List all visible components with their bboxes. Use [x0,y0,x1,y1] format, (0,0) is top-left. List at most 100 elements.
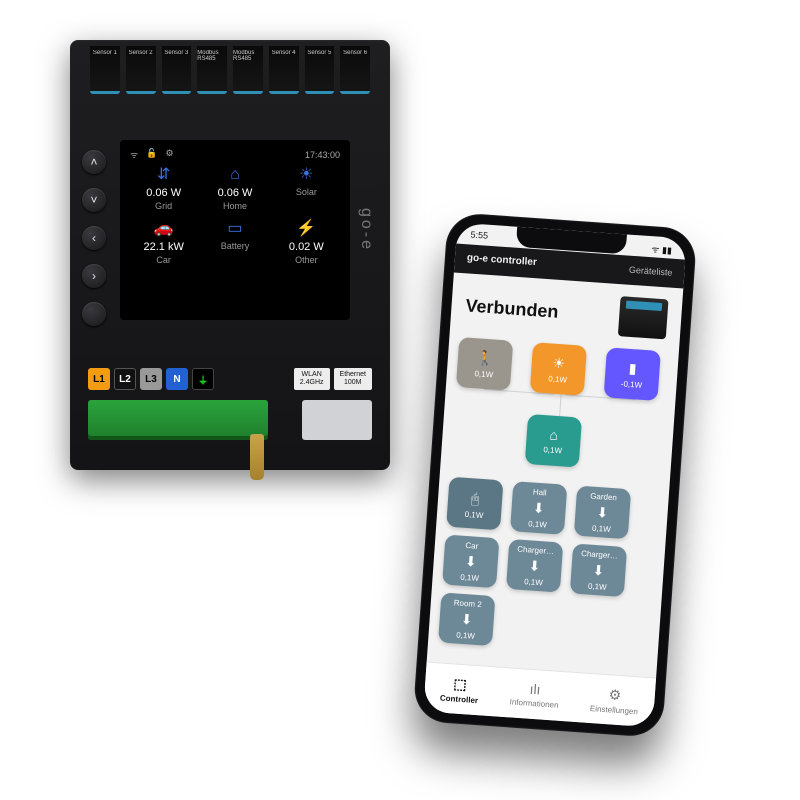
grid-icon: ⇵ [128,167,199,183]
battery-icon: ▮ [628,359,637,376]
room-label: Garden [590,491,617,502]
ethernet-port [302,400,372,440]
node-value: 0,1W [474,369,493,379]
lock-icon: 🔓 [146,148,157,161]
metric-value: 22.1 kW [128,241,199,253]
download-icon: ⬇ [532,499,545,517]
energy-canvas: 🚶0,1W ☀0,1W ▮-0,1W ⌂0,1W 🖰0,1W Hall⬇0,1W… [427,336,679,677]
walk-icon: 🚶 [476,349,495,367]
phase-n: N [166,368,188,390]
metric-label: Grid [128,201,199,211]
device-thumbnail[interactable] [618,296,669,339]
app-title: go-e controller [467,252,538,268]
room-tile[interactable]: Charger…⬇0,1W [570,543,627,597]
node-value: 0,1W [548,374,567,384]
metric-other-cell: ⚡ 0.02 W Other [271,221,342,273]
metric-label: Battery [199,241,270,251]
sun-icon: ☀ [271,167,342,183]
metric-label: Car [128,255,199,265]
terminal: Sensor 6 [340,46,370,94]
terminal: Sensor 2 [126,46,156,94]
phase-row: L1 L2 L3 N ⏚ WLAN 2.4GHz Ethernet 100M [88,366,372,392]
download-icon: ⬇ [528,557,541,575]
terminal: Sensor 3 [162,46,192,94]
node-battery[interactable]: ▮ -0,1W [604,347,661,401]
antenna [250,434,264,480]
metric-value: 0.02 W [271,241,342,253]
room-value: 0,1W [528,519,547,529]
room-label: Charger… [517,544,554,556]
terminal-row: Sensor 1 Sensor 2 Sensor 3 Modbus RS485 … [90,46,370,94]
room-tile[interactable]: 🖰0,1W [446,477,503,531]
tab-label: Einstellungen [590,704,639,716]
controller-icon: ⬚ [453,675,467,693]
phone-mockup: 5:55 ᯤ ▮▮ go-e controller Geräteliste Ve… [413,212,698,738]
metric-label: Home [199,201,270,211]
sun-icon: ☀ [552,354,566,372]
metric-value: 0.06 W [128,187,199,199]
node-home[interactable]: ⌂0,1W [525,414,582,468]
home-icon: ⌂ [199,167,270,183]
gear-icon: ⚙ [165,148,173,161]
metric-car-cell: 🚗 22.1 kW Car [128,221,199,273]
car-icon: 🚗 [128,221,199,237]
phase-l3: L3 [140,368,162,390]
room-tile[interactable]: Garden ⬇0,1W [574,486,631,540]
phone-screen: 5:55 ᯤ ▮▮ go-e controller Geräteliste Ve… [423,223,687,728]
clock: 17:43:00 [305,150,340,160]
nav-ok-button[interactable]: • [82,302,106,326]
terminal: Modbus RS485 [197,46,227,94]
download-icon: ⬇ [596,504,609,522]
mouse-icon: 🖰 [470,490,480,508]
terminal: Sensor 1 [90,46,120,94]
room-label: Hall [533,487,547,497]
node-grid[interactable]: 🚶 0,1W [456,337,513,391]
room-value: 0,1W [592,523,611,533]
room-value: 0,1W [460,572,479,582]
device-screen: ᯤ 🔓 ⚙ 17:43:00 ⇵0.06 WGrid ⌂0.06 WHome ☀… [120,140,350,320]
nav-right-button[interactable]: › [82,264,106,288]
gear-icon: ⚙ [608,686,622,704]
nav-up-button[interactable]: ˄ [82,150,106,174]
connection-status: Verbunden [465,295,559,322]
room-tile[interactable]: Charger…⬇0,1W [506,539,563,593]
bolt-icon: ⚡ [271,221,342,237]
nav-left-button[interactable]: ‹ [82,226,106,250]
controller-device: Sensor 1 Sensor 2 Sensor 3 Modbus RS485 … [70,40,390,470]
metric-value: 0.06 W [199,187,270,199]
home-icon: ⌂ [549,427,559,444]
tab-label: Controller [440,693,479,705]
nav-down-button[interactable]: ˅ [82,188,106,212]
tab-informationen[interactable]: ılıInformationen [509,679,560,709]
terminal: Sensor 4 [269,46,299,94]
status-icons: ᯤ 🔓 ⚙ [130,148,174,161]
terminal: Modbus RS485 [233,46,263,94]
wifi-icon: ᯤ [130,148,138,161]
tab-label: Informationen [509,697,558,709]
screen-statusbar: ᯤ 🔓 ⚙ 17:43:00 [128,148,342,161]
room-label: Car [465,540,478,550]
room-label: Charger… [581,549,618,561]
status-time: 5:55 [470,230,488,244]
metric-label: Solar [271,187,342,197]
node-solar[interactable]: ☀ 0,1W [530,342,587,396]
download-icon: ⬇ [464,552,477,570]
node-value: -0,1W [621,379,643,389]
metric-grid-cell: ⇵ 0.06 W Grid [128,167,199,219]
metric-label: Other [271,255,342,265]
tab-controller[interactable]: ⬚Controller [440,674,480,705]
room-tile[interactable]: Hall ⬇ 0,1W [510,481,567,535]
phase-ground: ⏚ [192,368,214,390]
room-value: 0,1W [456,630,475,640]
device-nav-buttons: ˄ ˅ ‹ › • [82,150,106,326]
tab-einstellungen[interactable]: ⚙Einstellungen [590,685,640,716]
room-tile[interactable]: Room 2⬇0,1W [438,592,495,646]
phase-l2: L2 [114,368,136,390]
device-list-link[interactable]: Geräteliste [629,264,673,277]
metric-home-cell: ⌂ 0.06 W Home [199,167,270,219]
room-tile[interactable]: Car ⬇ 0,1W [442,535,499,589]
metrics-grid: ⇵0.06 WGrid ⌂0.06 WHome ☀Solar 🚗22.1 kWC… [128,167,342,273]
chart-icon: ılı [529,681,541,698]
terminal: Sensor 5 [305,46,335,94]
ethernet-label: Ethernet 100M [334,368,372,389]
